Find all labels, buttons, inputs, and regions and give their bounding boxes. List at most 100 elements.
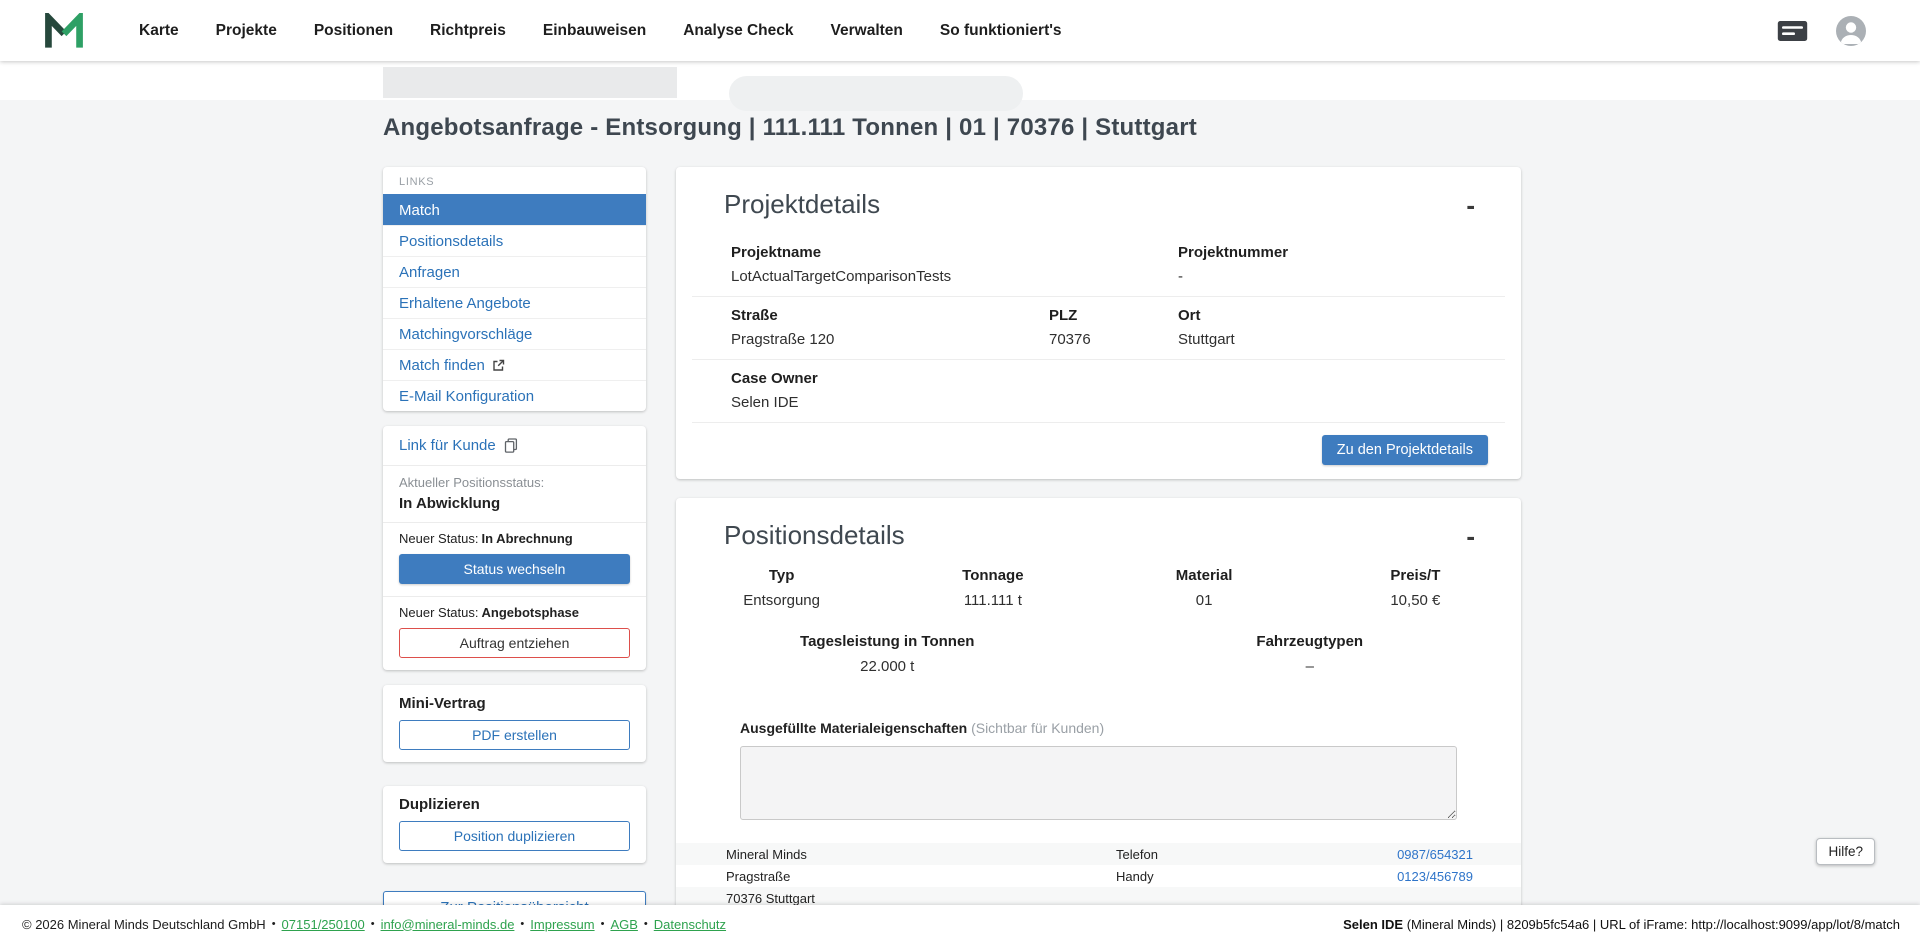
positionsdetails-card: Positionsdetails - Typ Entsorgung Tonnag… (676, 498, 1521, 913)
footer-agb-link[interactable]: AGB (610, 917, 637, 932)
tonnage-label: Tonnage (887, 567, 1098, 584)
handy-link[interactable]: 0123/456789 (1397, 869, 1473, 884)
strasse-value: Pragstraße 120 (731, 331, 1049, 348)
mineral-minds-logo-icon (44, 13, 84, 49)
sidebar-item-positionsdetails[interactable]: Positionsdetails (383, 225, 646, 256)
field-row: Straße Pragstraße 120 PLZ 70376 Ort Stut… (692, 297, 1505, 360)
nav-richtpreis[interactable]: Richtpreis (430, 22, 506, 40)
materialeigenschaften-section: Ausgefüllte Materialeigenschaften (Sicht… (740, 720, 1457, 820)
tagesleistung-value: 22.000 t (676, 658, 1099, 675)
case-owner-label: Case Owner (731, 370, 1505, 387)
sidebar-item-label: Erhaltene Angebote (399, 295, 531, 312)
positionsdetails-header: Positionsdetails - (676, 498, 1521, 565)
projektname-value: LotActualTargetComparisonTests (731, 268, 1178, 285)
main-nav: Karte Projekte Positionen Richtpreis Ein… (139, 22, 1062, 40)
plz-value: 70376 (1049, 331, 1178, 348)
ort-value: Stuttgart (1178, 331, 1505, 348)
next-status-prefix: Neuer Status: (399, 605, 479, 620)
position-duplizieren-button[interactable]: Position duplizieren (399, 821, 630, 851)
sidebar-item-email-konfiguration[interactable]: E-Mail Konfiguration (383, 380, 646, 411)
next-status-prefix: Neuer Status: (399, 531, 479, 546)
user-avatar[interactable] (1836, 16, 1866, 46)
position-fields-row-1: Typ Entsorgung Tonnage 111.111 t Materia… (676, 567, 1521, 609)
page-title: Angebotsanfrage - Entsorgung | 111.111 T… (383, 114, 1197, 142)
sidebar-item-label: Match (399, 202, 440, 219)
case-owner-value: Selen IDE (731, 394, 1505, 411)
tagesleistung-label: Tagesleistung in Tonnen (676, 633, 1099, 650)
auftrag-entziehen-button[interactable]: Auftrag entziehen (399, 628, 630, 658)
plz-label: PLZ (1049, 307, 1178, 324)
projektdetails-collapse-button[interactable]: - (1460, 195, 1481, 215)
links-card: LINKS Match Positionsdetails Anfragen Er… (383, 167, 646, 411)
field-strasse: Straße Pragstraße 120 (731, 307, 1049, 348)
server-icon[interactable] (1777, 20, 1808, 42)
telefon-label: Telefon (1116, 847, 1397, 862)
footer-user: Selen IDE (1343, 917, 1403, 932)
nav-so-funktionierts[interactable]: So funktioniert's (940, 22, 1062, 40)
footer-separator: • (272, 918, 276, 930)
contact-city: 70376 Stuttgart (726, 891, 1116, 906)
telefon-link[interactable]: 0987/654321 (1397, 847, 1473, 862)
links-header: LINKS (383, 167, 646, 194)
sidebar-item-matchingvorschlaege[interactable]: Matchingvorschläge (383, 318, 646, 349)
footer-datenschutz-link[interactable]: Datenschutz (654, 917, 726, 932)
hilfe-button[interactable]: Hilfe? (1816, 838, 1875, 865)
nav-projekte[interactable]: Projekte (216, 22, 277, 40)
tonnage-value: 111.111 t (887, 592, 1098, 609)
nav-analyse-check[interactable]: Analyse Check (683, 22, 793, 40)
fahrzeugtypen-value: – (1099, 658, 1522, 675)
sidebar-item-label: E-Mail Konfiguration (399, 388, 534, 405)
nav-einbauweisen[interactable]: Einbauweisen (543, 22, 646, 40)
contact-section: Mineral Minds Telefon 0987/654321 Pragst… (676, 843, 1521, 909)
field-fahrzeugtypen: Fahrzeugtypen – (1099, 633, 1522, 675)
sidebar-item-label: Match finden (399, 357, 485, 374)
field-tagesleistung: Tagesleistung in Tonnen 22.000 t (676, 633, 1099, 675)
next-status-offer: Neuer Status:Angebotsphase (383, 597, 646, 626)
footer-session-text: (Mineral Minds) | 8209b5fc54a6 | URL of … (1403, 917, 1900, 932)
person-icon (1836, 16, 1866, 46)
field-typ: Typ Entsorgung (676, 567, 887, 609)
field-tonnage: Tonnage 111.111 t (887, 567, 1098, 609)
nav-verwalten[interactable]: Verwalten (831, 22, 903, 40)
footer-impressum-link[interactable]: Impressum (530, 917, 594, 932)
navbar-right (1777, 16, 1866, 46)
next-status-value: Angebotsphase (482, 605, 580, 620)
typ-label: Typ (676, 567, 887, 584)
sidebar-item-erhaltene-angebote[interactable]: Erhaltene Angebote (383, 287, 646, 318)
fahrzeugtypen-label: Fahrzeugtypen (1099, 633, 1522, 650)
sidebar-item-anfragen[interactable]: Anfragen (383, 256, 646, 287)
current-status-label: Aktueller Positionsstatus: (399, 475, 630, 490)
handy-label: Handy (1116, 869, 1397, 884)
nav-positionen[interactable]: Positionen (314, 22, 393, 40)
projektnummer-value: - (1178, 268, 1505, 285)
materialeigenschaften-hint: (Sichtbar für Kunden) (971, 720, 1104, 736)
sidebar-item-match-finden[interactable]: Match finden (383, 349, 646, 380)
materialeigenschaften-textarea[interactable] (740, 746, 1457, 820)
content-layout: LINKS Match Positionsdetails Anfragen Er… (383, 167, 1521, 924)
contact-street: Pragstraße (726, 869, 1116, 884)
projektdetails-fields: Projektname LotActualTargetComparisonTes… (692, 234, 1505, 423)
field-projektnummer: Projektnummer - (1178, 244, 1505, 285)
zu-den-projektdetails-button[interactable]: Zu den Projektdetails (1322, 435, 1488, 465)
footer-session-info: Selen IDE (Mineral Minds) | 8209b5fc54a6… (1343, 917, 1900, 932)
contact-row: Pragstraße Handy 0123/456789 (676, 865, 1521, 887)
field-material: Material 01 (1099, 567, 1310, 609)
pdf-erstellen-button[interactable]: PDF erstellen (399, 720, 630, 750)
positionsdetails-title: Positionsdetails (724, 520, 905, 551)
field-plz: PLZ 70376 (1049, 307, 1178, 348)
loading-skeleton-1 (383, 67, 677, 98)
footer-phone-link[interactable]: 07151/250100 (282, 917, 365, 932)
field-projektname: Projektname LotActualTargetComparisonTes… (731, 244, 1178, 285)
app-logo[interactable] (44, 13, 84, 49)
link-fuer-kunde[interactable]: Link für Kunde (383, 426, 646, 465)
material-label: Material (1099, 567, 1310, 584)
current-status-value: In Abwicklung (399, 495, 630, 512)
positionsdetails-collapse-button[interactable]: - (1460, 526, 1481, 546)
mini-vertrag-card: Mini-Vertrag PDF erstellen (383, 685, 646, 762)
sidebar-item-match[interactable]: Match (383, 194, 646, 225)
footer-email-link[interactable]: info@mineral-minds.de (381, 917, 515, 932)
nav-karte[interactable]: Karte (139, 22, 179, 40)
status-wechseln-button[interactable]: Status wechseln (399, 554, 630, 584)
next-status-value: In Abrechnung (482, 531, 573, 546)
current-status-block: Aktueller Positionsstatus: In Abwicklung (383, 466, 646, 522)
